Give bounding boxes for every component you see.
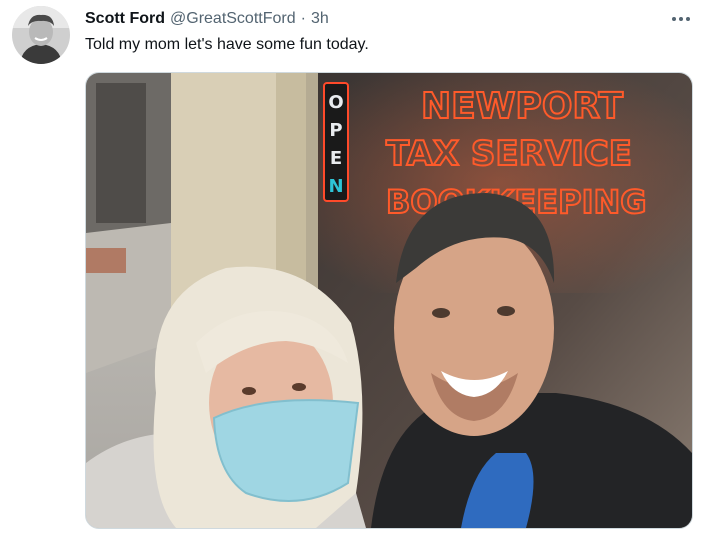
- tweet-timestamp[interactable]: 3h: [311, 10, 329, 28]
- tweet-photo[interactable]: O P E N NEWPORT TAX SERVICE BOOKKEEPING: [85, 72, 693, 529]
- open-letter-p: P: [329, 120, 342, 141]
- neon-line-newport: NEWPORT: [421, 86, 624, 127]
- author-name[interactable]: Scott Ford: [85, 10, 165, 28]
- open-letter-n: N: [328, 176, 343, 197]
- more-horizontal-icon: [672, 17, 690, 21]
- open-letter-e: E: [330, 148, 342, 169]
- more-options-button[interactable]: [667, 10, 695, 28]
- open-letter-o: O: [328, 92, 343, 113]
- neon-line-tax-service: TAX SERVICE: [386, 134, 632, 174]
- author-handle[interactable]: @GreatScottFord: [170, 10, 296, 28]
- separator-dot: ·: [300, 10, 306, 27]
- tweet: Scott Ford @GreatScottFord · 3h Told my …: [0, 0, 709, 535]
- tweet-text: Told my mom let's have some fun today.: [85, 36, 369, 53]
- tweet-header: Scott Ford @GreatScottFord · 3h: [85, 9, 329, 29]
- avatar[interactable]: [12, 6, 70, 64]
- open-sign: O P E N: [323, 82, 349, 202]
